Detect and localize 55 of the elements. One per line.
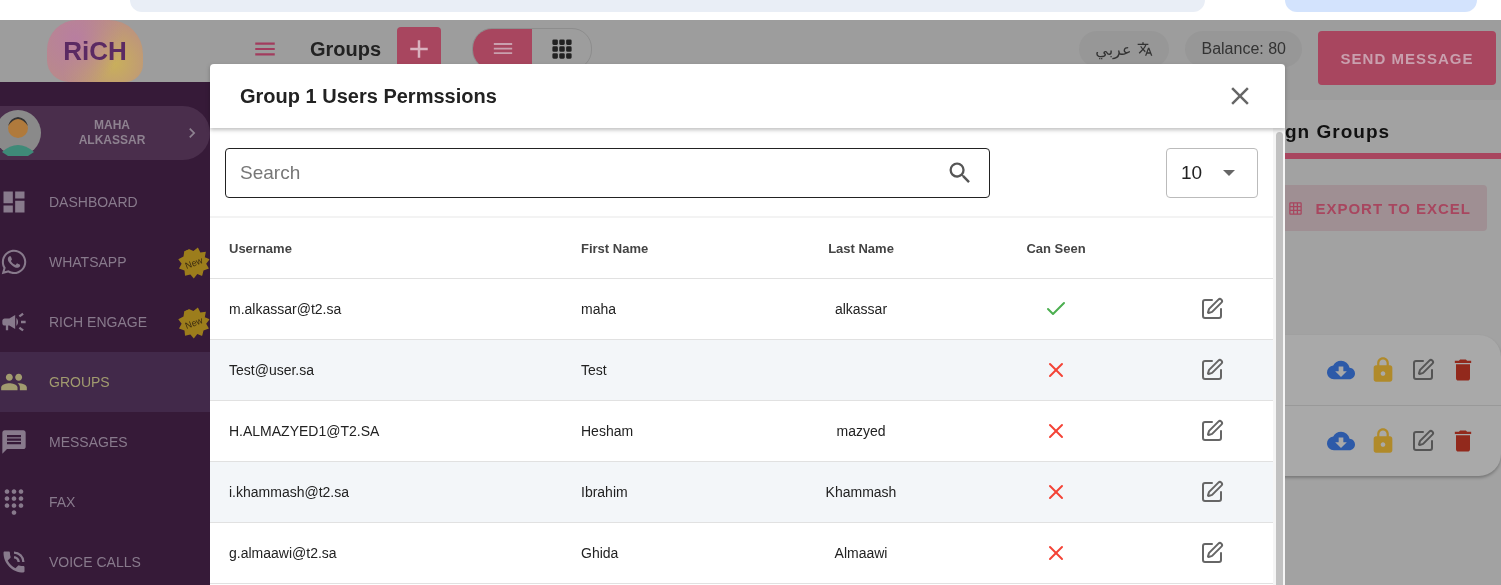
sidebar-label: VOICE CALLS — [49, 554, 141, 570]
table-cell-text: m.alkassar@t2.sa — [229, 301, 343, 317]
column-header: Username — [229, 240, 293, 256]
sidebar-item[interactable]: MESSAGES — [0, 412, 210, 472]
edit-button[interactable] — [1411, 429, 1435, 453]
table-cell-text: i.khammash@t2.sa — [229, 484, 351, 500]
message-icon — [0, 428, 28, 456]
language-button[interactable]: عربي — [1079, 31, 1170, 67]
table-cell-text: Hesham — [581, 423, 635, 439]
sidebar-label: DASHBOARD — [49, 194, 138, 210]
page-size-select[interactable]: 10 — [1166, 148, 1258, 198]
sidebar-item[interactable]: FAX — [0, 472, 210, 532]
grid-icon — [550, 38, 573, 60]
table-cell-text: Ghida — [581, 545, 620, 561]
send-message-button[interactable]: SEND MESSAGE — [1318, 31, 1496, 85]
sidebar-label: FAX — [49, 494, 76, 510]
edit-button[interactable] — [1200, 419, 1224, 443]
user-name: MAHA ALKASSAR — [77, 118, 147, 148]
scrollbar-thumb[interactable] — [1275, 132, 1283, 585]
logo-text: RiCH — [63, 35, 127, 67]
caret-icon — [1223, 170, 1235, 176]
whatsapp-icon — [0, 248, 28, 276]
table-cell-text: g.almaawi@t2.sa — [229, 545, 338, 561]
table-cell-text: Ibrahim — [581, 484, 629, 500]
balance-display: Balance: 80 — [1185, 31, 1302, 67]
table-cell-text: Test@user.sa — [229, 362, 316, 378]
sidebar-label: RICH ENGAGE — [49, 314, 147, 330]
panel-title: gn Groups — [1284, 120, 1392, 144]
table-cell-text: H.ALMAZYED1@T2.SA — [229, 423, 381, 439]
column-header: Can Seen — [1025, 240, 1087, 256]
table-cell-text: alkassar — [833, 301, 889, 317]
sidebar-item[interactable]: DASHBOARD — [0, 172, 210, 232]
table-cell-text: mazyed — [835, 423, 887, 439]
search-field[interactable]: Search — [225, 148, 990, 198]
edit-button[interactable] — [1200, 358, 1224, 382]
table-cell-text: Test — [581, 362, 608, 378]
spreadsheet-icon — [1288, 200, 1304, 216]
table-cell-text: Khammash — [824, 484, 898, 500]
sidebar-label: GROUPS — [49, 374, 110, 390]
column-header: Last Name — [827, 240, 895, 256]
sidebar-item[interactable]: GROUPS — [0, 352, 210, 412]
sidebar-item[interactable]: VOICE CALLS — [0, 532, 210, 585]
translate-icon — [1137, 41, 1154, 57]
edit-button[interactable] — [1200, 480, 1224, 504]
edit-button[interactable] — [1411, 358, 1435, 382]
edit-button[interactable] — [1200, 297, 1224, 321]
sidebar-label: MESSAGES — [49, 434, 128, 450]
edit-button[interactable] — [1200, 541, 1224, 565]
table-cell-text: maha — [581, 301, 618, 317]
sidebar-label: WHATSAPP — [49, 254, 127, 270]
column-header: First Name — [581, 240, 650, 256]
table-cell-text: Almaawi — [833, 545, 889, 561]
page-title: Groups — [310, 37, 382, 61]
dialog-title: Group 1 Users Permssions — [240, 84, 497, 108]
user-card[interactable]: MAHA ALKASSAR — [0, 106, 210, 160]
